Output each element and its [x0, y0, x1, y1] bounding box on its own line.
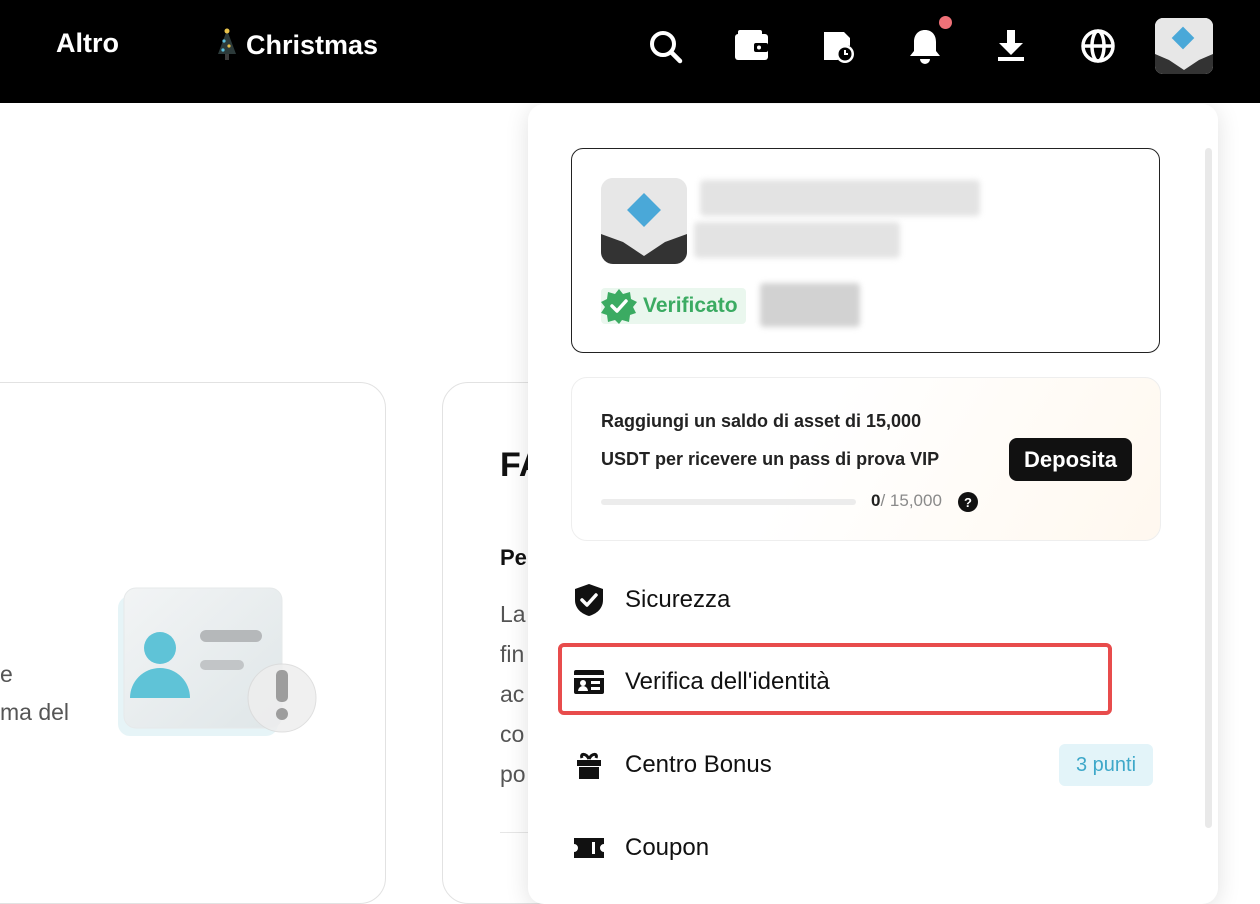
nav-christmas[interactable]: Christmas — [214, 28, 378, 62]
id-card-icon — [571, 664, 607, 700]
menu-label-bonus-center: Centro Bonus — [625, 751, 772, 778]
order-history-icon[interactable] — [818, 24, 858, 68]
verified-badge: Verificato — [601, 288, 746, 324]
vip-progress-bar — [601, 499, 856, 505]
top-navigation-bar — [0, 0, 1260, 103]
menu-label-security: Sicurezza — [625, 586, 731, 613]
id-card-illustration — [118, 587, 317, 736]
notification-dot — [939, 16, 952, 29]
faq-line: po — [500, 761, 526, 787]
christmas-tree-icon — [218, 28, 236, 60]
ticket-icon — [571, 830, 607, 866]
gift-icon — [571, 747, 607, 783]
help-icon[interactable]: ? — [958, 492, 978, 512]
nav-more[interactable]: Altro — [56, 28, 119, 59]
shield-check-icon — [571, 582, 607, 618]
search-icon[interactable] — [645, 24, 685, 68]
menu-item-identity-verification[interactable]: Verifica dell'identità — [571, 654, 1161, 710]
menu-item-coupon[interactable]: Coupon — [571, 820, 1161, 876]
menu-label-identity-verification: Verifica dell'identità — [625, 668, 830, 695]
kyc-card-line: e — [0, 661, 13, 687]
download-icon[interactable] — [991, 24, 1031, 68]
user-avatar-button[interactable] — [1155, 18, 1213, 74]
dropdown-scrollbar[interactable] — [1205, 148, 1212, 828]
bell-icon[interactable] — [905, 24, 945, 68]
faq-line: co — [500, 721, 525, 747]
profile-avatar — [601, 178, 687, 264]
vip-promo-line: USDT per ricevere un pass di prova VIP — [601, 449, 940, 469]
globe-icon[interactable] — [1078, 24, 1118, 68]
vip-progress-text: 0/ 15,000 — [871, 491, 942, 511]
wallet-icon[interactable] — [732, 24, 772, 68]
bonus-points-badge: 3 punti — [1059, 744, 1153, 786]
vip-progress-total: / 15,000 — [880, 491, 942, 510]
faq-line: fin — [500, 641, 525, 667]
kyc-card-line: ma del — [0, 699, 70, 725]
faq-line: ac — [500, 681, 525, 707]
redacted-uid — [694, 222, 900, 258]
menu-label-coupon: Coupon — [625, 834, 710, 861]
divider — [500, 832, 530, 833]
faq-line: La — [500, 601, 526, 627]
vip-promo-line: Raggiungi un saldo di asset di 15,000 — [601, 411, 922, 431]
faq-text: La fin ac co po — [500, 594, 526, 794]
deposit-button[interactable]: Deposita — [1009, 438, 1132, 481]
redacted-username — [700, 180, 980, 216]
verified-check-icon — [601, 289, 637, 324]
faq-subtitle: Pe — [500, 545, 527, 570]
kyc-card-text: e ma del — [0, 655, 69, 731]
verified-label: Verificato — [643, 294, 738, 317]
nav-christmas-label: Christmas — [246, 29, 379, 60]
redacted-level — [760, 283, 860, 327]
menu-item-security[interactable]: Sicurezza — [571, 572, 1161, 628]
